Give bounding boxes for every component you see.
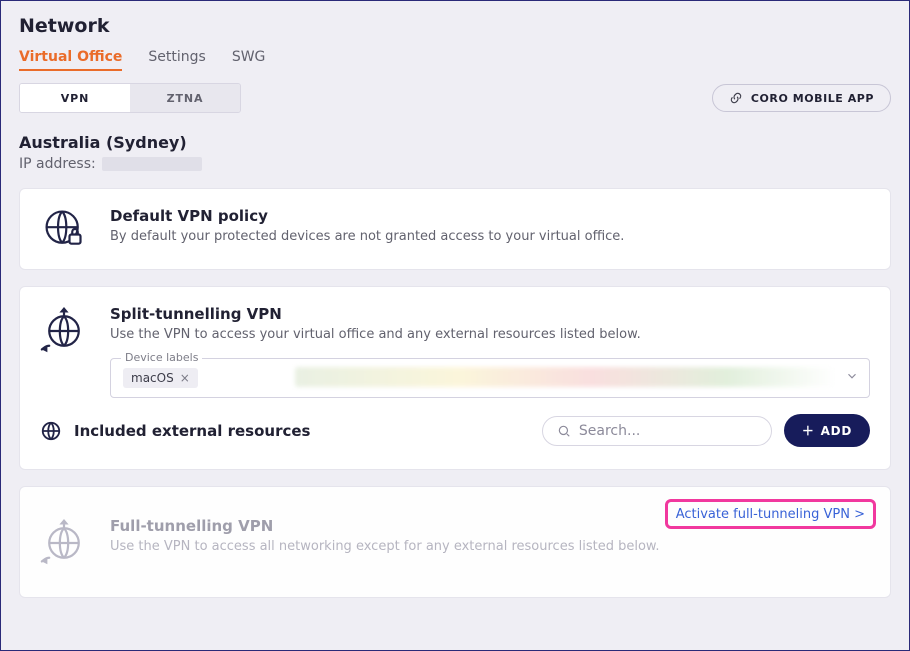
location-block: Australia (Sydney) IP address: [19,133,891,172]
globe-full-icon [40,517,88,569]
coro-mobile-app-button[interactable]: CORO MOBILE APP [712,84,891,112]
split-tunnel-desc: Use the VPN to access your virtual offic… [110,327,870,342]
chip-macos[interactable]: macOS × [123,368,198,388]
ip-address-label: IP address: [19,156,96,172]
search-input[interactable]: Search... [542,416,772,446]
device-labels-legend: Device labels [121,351,202,364]
ip-address-redacted [102,157,202,171]
globe-lock-icon [40,207,88,251]
subtab-vpn[interactable]: VPN [20,84,130,112]
location-name: Australia (Sydney) [19,133,891,152]
device-labels-field[interactable]: Device labels macOS × [110,358,870,398]
tab-settings[interactable]: Settings [148,45,205,71]
chevron-down-icon[interactable] [845,369,859,383]
search-placeholder: Search... [579,423,640,439]
full-tunnel-title: Full-tunnelling VPN [110,517,659,535]
redacted-chips [295,367,835,387]
full-tunnel-desc: Use the VPN to access all networking exc… [110,539,659,554]
chip-label: macOS [131,371,174,385]
link-icon [729,91,743,105]
tab-virtual-office[interactable]: Virtual Office [19,45,122,71]
search-icon [557,424,571,438]
activate-full-tunnel-highlight: Activate full-tunneling VPN > [665,499,876,529]
tab-swg[interactable]: SWG [232,45,266,71]
page-title: Network [19,15,891,37]
external-resources-title: Included external resources [74,422,310,440]
card-full-tunnel: Activate full-tunneling VPN > Full-tunne… [19,486,891,598]
subtab-group: VPN ZTNA [19,83,241,113]
activate-full-tunnel-link[interactable]: Activate full-tunneling VPN > [676,507,865,522]
globe-split-icon [40,305,88,357]
default-policy-title: Default VPN policy [110,207,624,225]
add-label: ADD [821,424,852,438]
split-tunnel-title: Split-tunnelling VPN [110,305,870,323]
globe-small-icon [40,420,62,442]
plus-icon: ＋ [802,422,815,439]
default-policy-desc: By default your protected devices are no… [110,229,624,244]
card-split-tunnel: Split-tunnelling VPN Use the VPN to acce… [19,286,891,470]
add-button[interactable]: ＋ ADD [784,414,870,447]
subtab-ztna[interactable]: ZTNA [130,84,240,112]
card-default-vpn-policy: Default VPN policy By default your prote… [19,188,891,270]
close-icon[interactable]: × [180,371,190,385]
tabs-bar: Virtual Office Settings SWG [19,45,891,71]
coro-mobile-app-label: CORO MOBILE APP [751,92,874,105]
